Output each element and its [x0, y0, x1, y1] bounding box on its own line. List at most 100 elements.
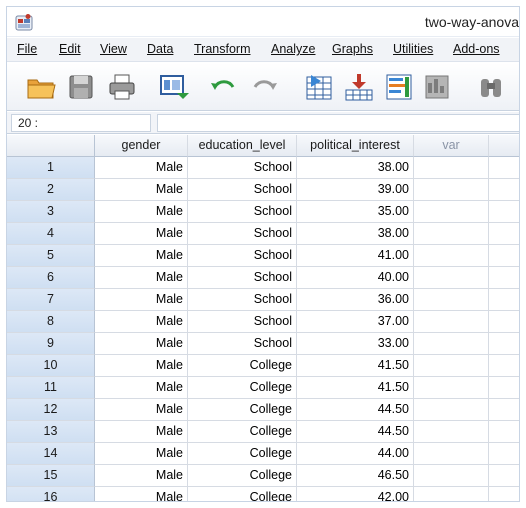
cell-var[interactable]	[414, 443, 489, 465]
menu-analyze[interactable]: Analyze	[271, 42, 315, 56]
cell-empty[interactable]	[489, 289, 519, 311]
cell-var[interactable]	[414, 245, 489, 267]
go-to-case-icon[interactable]	[303, 71, 335, 103]
cell-political-interest[interactable]: 36.00	[297, 289, 414, 311]
cell-var[interactable]	[414, 399, 489, 421]
cell-empty[interactable]	[489, 333, 519, 355]
row-number[interactable]: 12	[7, 399, 95, 421]
cell-education-level[interactable]: School	[188, 267, 297, 289]
cell-political-interest[interactable]: 44.50	[297, 421, 414, 443]
cell-var[interactable]	[414, 157, 489, 179]
cell-education-level[interactable]: School	[188, 245, 297, 267]
cell-gender[interactable]: Male	[95, 311, 188, 333]
row-number[interactable]: 7	[7, 289, 95, 311]
cell-education-level[interactable]: School	[188, 289, 297, 311]
menu-addons[interactable]: Add-ons	[453, 42, 500, 56]
cell-gender[interactable]: Male	[95, 223, 188, 245]
column-header-empty[interactable]	[489, 135, 519, 157]
cell-political-interest[interactable]: 41.00	[297, 245, 414, 267]
column-header-education-level[interactable]: education_level	[188, 135, 297, 157]
variables-icon[interactable]	[383, 71, 415, 103]
cell-var[interactable]	[414, 487, 489, 501]
cell-education-level[interactable]: College	[188, 465, 297, 487]
row-number[interactable]: 11	[7, 377, 95, 399]
cell-gender[interactable]: Male	[95, 377, 188, 399]
cell-value-field[interactable]	[157, 114, 519, 132]
undo-icon[interactable]	[207, 71, 239, 103]
row-number[interactable]: 8	[7, 311, 95, 333]
row-number[interactable]: 10	[7, 355, 95, 377]
cell-political-interest[interactable]: 39.00	[297, 179, 414, 201]
cell-gender[interactable]: Male	[95, 355, 188, 377]
row-number[interactable]: 16	[7, 487, 95, 501]
cell-education-level[interactable]: College	[188, 355, 297, 377]
grid-corner[interactable]	[7, 135, 95, 157]
column-header-var[interactable]: var	[414, 135, 489, 157]
column-header-political-interest[interactable]: political_interest	[297, 135, 414, 157]
cell-gender[interactable]: Male	[95, 157, 188, 179]
print-icon[interactable]	[106, 71, 138, 103]
cell-reference-field[interactable]: 20 :	[11, 114, 151, 132]
menu-data[interactable]: Data	[147, 42, 173, 56]
cell-empty[interactable]	[489, 465, 519, 487]
cell-var[interactable]	[414, 355, 489, 377]
cell-political-interest[interactable]: 46.50	[297, 465, 414, 487]
find-icon[interactable]	[475, 71, 507, 103]
cell-education-level[interactable]: College	[188, 377, 297, 399]
cell-political-interest[interactable]: 40.00	[297, 267, 414, 289]
cell-empty[interactable]	[489, 179, 519, 201]
row-number[interactable]: 4	[7, 223, 95, 245]
cell-var[interactable]	[414, 333, 489, 355]
cell-empty[interactable]	[489, 399, 519, 421]
cell-var[interactable]	[414, 311, 489, 333]
cell-education-level[interactable]: School	[188, 333, 297, 355]
cell-empty[interactable]	[489, 223, 519, 245]
redo-icon[interactable]	[249, 71, 281, 103]
cell-gender[interactable]: Male	[95, 179, 188, 201]
menu-graphs[interactable]: Graphs	[332, 42, 373, 56]
cell-education-level[interactable]: School	[188, 223, 297, 245]
cell-political-interest[interactable]: 41.50	[297, 377, 414, 399]
cell-empty[interactable]	[489, 421, 519, 443]
cell-var[interactable]	[414, 201, 489, 223]
cell-var[interactable]	[414, 267, 489, 289]
cell-political-interest[interactable]: 41.50	[297, 355, 414, 377]
go-to-variable-icon[interactable]	[343, 71, 375, 103]
cell-empty[interactable]	[489, 201, 519, 223]
cell-political-interest[interactable]: 35.00	[297, 201, 414, 223]
cell-education-level[interactable]: College	[188, 443, 297, 465]
cell-political-interest[interactable]: 33.00	[297, 333, 414, 355]
cell-education-level[interactable]: College	[188, 487, 297, 501]
cell-gender[interactable]: Male	[95, 443, 188, 465]
cell-var[interactable]	[414, 421, 489, 443]
cell-gender[interactable]: Male	[95, 289, 188, 311]
cell-empty[interactable]	[489, 377, 519, 399]
dialog-recall-icon[interactable]	[157, 71, 189, 103]
run-descriptives-icon[interactable]	[421, 71, 453, 103]
cell-political-interest[interactable]: 44.50	[297, 399, 414, 421]
row-number[interactable]: 2	[7, 179, 95, 201]
column-header-gender[interactable]: gender	[95, 135, 188, 157]
cell-empty[interactable]	[489, 443, 519, 465]
cell-empty[interactable]	[489, 157, 519, 179]
cell-gender[interactable]: Male	[95, 201, 188, 223]
cell-empty[interactable]	[489, 267, 519, 289]
cell-gender[interactable]: Male	[95, 465, 188, 487]
row-number[interactable]: 13	[7, 421, 95, 443]
menu-view[interactable]: View	[100, 42, 127, 56]
open-folder-icon[interactable]	[25, 71, 57, 103]
cell-education-level[interactable]: School	[188, 201, 297, 223]
cell-var[interactable]	[414, 377, 489, 399]
cell-political-interest[interactable]: 37.00	[297, 311, 414, 333]
cell-gender[interactable]: Male	[95, 267, 188, 289]
row-number[interactable]: 1	[7, 157, 95, 179]
cell-education-level[interactable]: College	[188, 421, 297, 443]
row-number[interactable]: 14	[7, 443, 95, 465]
cell-education-level[interactable]: School	[188, 311, 297, 333]
cell-empty[interactable]	[489, 245, 519, 267]
cell-gender[interactable]: Male	[95, 399, 188, 421]
cell-empty[interactable]	[489, 355, 519, 377]
cell-var[interactable]	[414, 223, 489, 245]
cell-gender[interactable]: Male	[95, 245, 188, 267]
cell-gender[interactable]: Male	[95, 333, 188, 355]
